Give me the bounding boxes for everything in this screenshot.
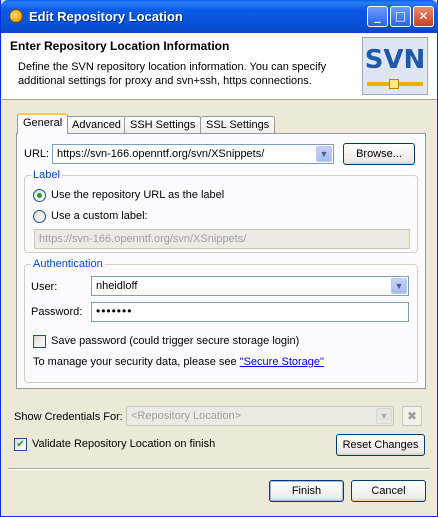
chevron-down-icon[interactable]: ▼ [391, 278, 407, 294]
custom-label-input[interactable]: https://svn-166.openntf.org/svn/XSnippet… [34, 229, 410, 249]
reset-changes-button[interactable]: Reset Changes [336, 434, 425, 456]
dialog-window: Edit Repository Location _ □ ✕ Enter Rep… [0, 0, 438, 517]
save-password-text: Save password (could trigger secure stor… [51, 335, 300, 347]
label-group: Label Use the repository URL as the labe… [24, 169, 418, 253]
dialog-header: Enter Repository Location Information De… [2, 33, 437, 100]
password-label: Password: [31, 306, 83, 318]
show-credentials-combo[interactable]: <Repository Location> ▼ [126, 406, 394, 426]
user-combo[interactable]: nheidloff ▼ [91, 276, 409, 296]
maximize-icon: □ [394, 9, 407, 23]
minimize-button[interactable]: _ [367, 6, 388, 27]
close-icon: ✕ [418, 9, 429, 23]
radio-repo-url-label[interactable] [33, 189, 46, 202]
manage-security-text: To manage your security data, please see… [33, 356, 324, 368]
password-field[interactable]: ••••••• [91, 302, 409, 322]
header-title: Enter Repository Location Information [10, 39, 230, 53]
radio-custom-text: Use a custom label: [51, 210, 148, 222]
radio-repo-url-text: Use the repository URL as the label [51, 189, 225, 201]
logo-box [389, 79, 399, 89]
window-title: Edit Repository Location [29, 9, 183, 24]
label-group-title: Label [31, 169, 62, 181]
auth-group-title: Authentication [31, 258, 105, 270]
chevron-down-icon[interactable]: ▼ [376, 408, 392, 424]
maximize-button[interactable]: □ [390, 6, 411, 27]
app-icon [9, 9, 23, 23]
header-description: Define the SVN repository location infor… [18, 61, 327, 87]
svn-logo-icon: SVN [362, 37, 428, 95]
tab-ssl-settings[interactable]: SSL Settings [200, 116, 276, 134]
title-bar[interactable]: Edit Repository Location _ □ ✕ [1, 0, 438, 33]
footer-separator [8, 468, 430, 470]
svn-logo-text: SVN [364, 45, 426, 75]
validate-checkbox[interactable]: ✔ [14, 438, 27, 451]
url-value: https://svn-166.openntf.org/svn/XSnippet… [57, 148, 265, 160]
save-password-checkbox[interactable] [33, 335, 46, 348]
delete-icon: ✖ [406, 409, 418, 423]
url-label: URL: [24, 148, 50, 160]
general-tab-panel: URL: https://svn-166.openntf.org/svn/XSn… [16, 133, 426, 389]
chevron-down-icon[interactable]: ▼ [316, 146, 332, 162]
radio-custom-label[interactable] [33, 210, 46, 223]
user-value: nheidloff [96, 280, 138, 292]
tab-advanced[interactable]: Advanced [66, 116, 127, 134]
close-button[interactable]: ✕ [413, 6, 434, 27]
url-combo[interactable]: https://svn-166.openntf.org/svn/XSnippet… [52, 144, 334, 164]
minimize-icon: _ [374, 9, 381, 23]
manage-security-prefix: To manage your security data, please see [33, 356, 240, 368]
validate-label: Validate Repository Location on finish [32, 438, 216, 450]
secure-storage-link[interactable]: "Secure Storage" [240, 356, 324, 368]
tab-general[interactable]: General [17, 113, 69, 134]
tab-ssh-settings[interactable]: SSH Settings [124, 116, 202, 134]
authentication-group: Authentication User: nheidloff ▼ Passwor… [24, 258, 418, 383]
finish-button[interactable]: Finish [269, 480, 344, 502]
show-credentials-value: <Repository Location> [131, 410, 242, 422]
show-credentials-label: Show Credentials For: [14, 411, 123, 423]
cancel-button[interactable]: Cancel [351, 480, 426, 502]
delete-credentials-button[interactable]: ✖ [402, 406, 422, 426]
browse-button[interactable]: Browse... [343, 143, 415, 165]
user-label: User: [31, 281, 58, 293]
